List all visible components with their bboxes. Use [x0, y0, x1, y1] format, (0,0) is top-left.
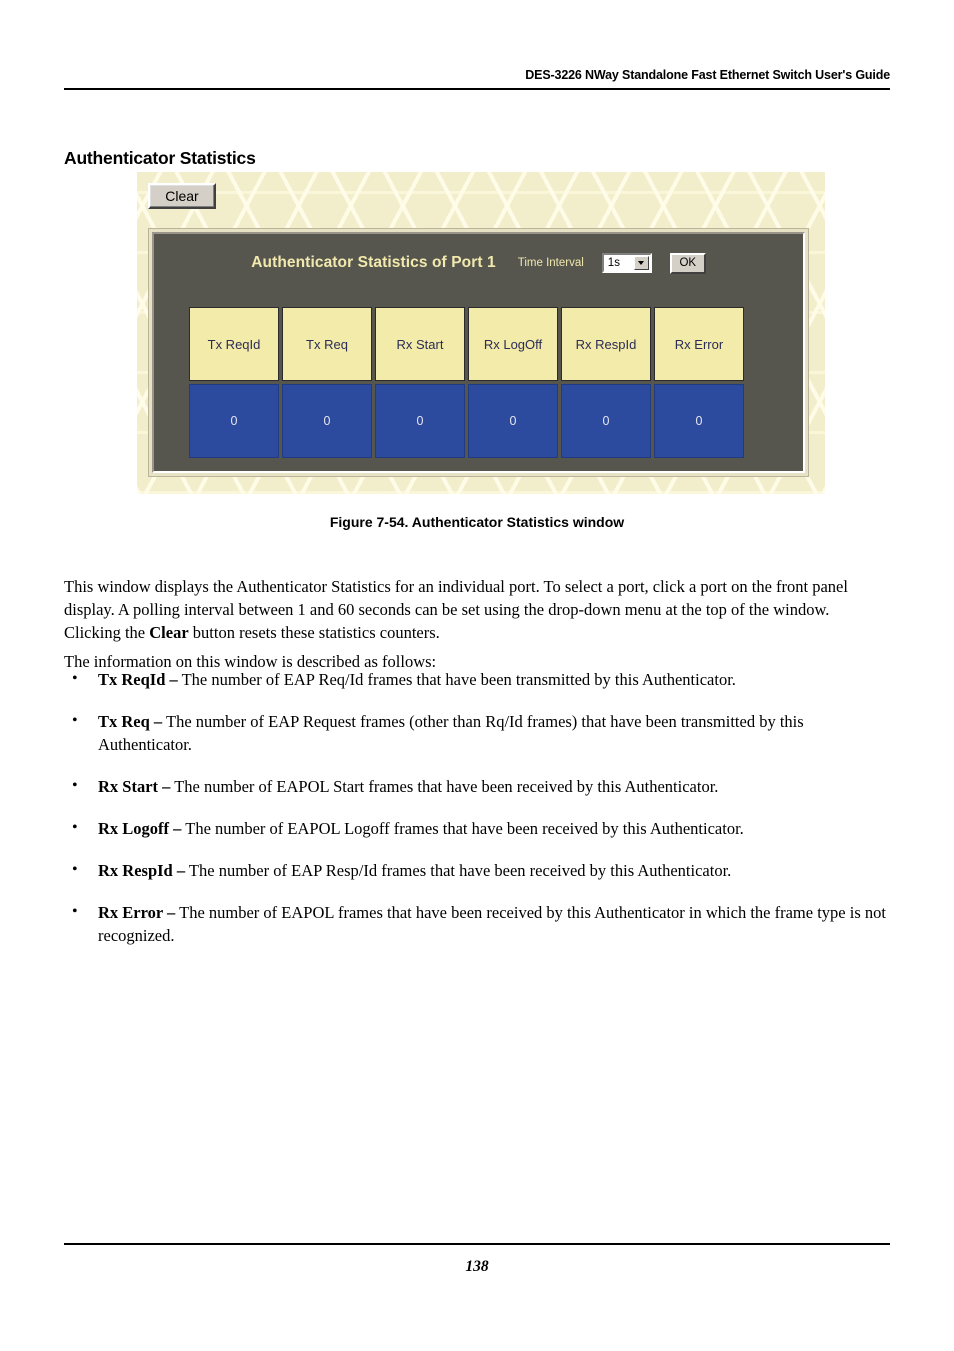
- ok-button[interactable]: OK: [669, 252, 706, 274]
- clear-button[interactable]: Clear: [148, 183, 216, 209]
- column-header-rx-error: Rx Error: [654, 307, 744, 381]
- column-header-rx-start: Rx Start: [375, 307, 465, 381]
- column-header-rx-logoff: Rx LogOff: [468, 307, 558, 381]
- statistics-panel-bevel: Authenticator Statistics of Port 1 Time …: [152, 232, 805, 473]
- table-row: 0 0 0 0 0 0: [189, 384, 744, 458]
- column-header-tx-reqid: Tx ReqId: [189, 307, 279, 381]
- list-item-term: Rx Error –: [98, 903, 176, 922]
- column-header-rx-respid: Rx RespId: [561, 307, 651, 381]
- list-item: Rx Error – The number of EAPOL frames th…: [64, 900, 890, 947]
- time-interval-select[interactable]: 1s: [601, 253, 652, 273]
- document-header-title: DES-3226 NWay Standalone Fast Ethernet S…: [525, 68, 890, 82]
- cell-rx-error: 0: [654, 384, 744, 458]
- cell-rx-respid: 0: [561, 384, 651, 458]
- figure-caption: Figure 7-54. Authenticator Statistics wi…: [329, 514, 625, 530]
- paragraph-1-bold-term: Clear: [149, 622, 189, 642]
- list-item-term: Tx Req –: [98, 712, 163, 731]
- screenshot-figure: Clear Authenticator Statistics of Port 1…: [137, 172, 825, 494]
- list-item-description: The number of EAPOL frames that have bee…: [98, 903, 886, 945]
- list-item-term: Rx RespId –: [98, 861, 186, 880]
- time-interval-value: 1s: [607, 257, 620, 269]
- cell-tx-reqid: 0: [189, 384, 279, 458]
- cell-rx-start: 0: [375, 384, 465, 458]
- page-title: Authenticator Statistics: [64, 147, 256, 168]
- paragraph-1-text-part2: button resets these statistics counters.: [188, 622, 440, 642]
- list-item-description: The number of EAP Request frames (other …: [98, 712, 804, 754]
- list-item-description: The number of EAP Resp/Id frames that ha…: [185, 861, 732, 880]
- panel-titlebar: Authenticator Statistics of Port 1 Time …: [158, 250, 799, 276]
- list-item: Rx Logoff – The number of EAPOL Logoff f…: [64, 816, 890, 840]
- list-item-term: Rx Logoff –: [98, 819, 182, 838]
- list-item-description: The number of EAPOL Start frames that ha…: [170, 777, 719, 796]
- list-item: Rx Start – The number of EAPOL Start fra…: [64, 774, 890, 798]
- time-interval-label: Time Interval: [517, 257, 584, 269]
- column-header-tx-req: Tx Req: [282, 307, 372, 381]
- list-item: Tx ReqId – The number of EAP Req/Id fram…: [64, 667, 890, 691]
- definition-list: Tx ReqId – The number of EAP Req/Id fram…: [64, 667, 890, 966]
- header-divider: [64, 88, 890, 90]
- statistics-panel: Authenticator Statistics of Port 1 Time …: [148, 228, 809, 477]
- chevron-down-icon[interactable]: [633, 256, 649, 270]
- list-item-term: Rx Start –: [98, 777, 171, 796]
- cell-rx-logoff: 0: [468, 384, 558, 458]
- list-item: Tx Req – The number of EAP Request frame…: [64, 709, 890, 756]
- body-paragraph-1: This window displays the Authenticator S…: [64, 575, 890, 644]
- list-item-term: Tx ReqId –: [98, 670, 178, 689]
- list-item-description: The number of EAP Req/Id frames that hav…: [177, 670, 736, 689]
- footer-divider: [64, 1243, 890, 1245]
- cell-tx-req: 0: [282, 384, 372, 458]
- authenticator-statistics-table: Tx ReqId Tx Req Rx Start Rx LogOff Rx Re…: [186, 304, 747, 461]
- table-header-row: Tx ReqId Tx Req Rx Start Rx LogOff Rx Re…: [189, 307, 744, 381]
- statistics-panel-inner: Authenticator Statistics of Port 1 Time …: [158, 238, 799, 467]
- list-item-description: The number of EAPOL Logoff frames that h…: [181, 819, 744, 838]
- list-item: Rx RespId – The number of EAP Resp/Id fr…: [64, 858, 890, 882]
- panel-title: Authenticator Statistics of Port 1: [251, 254, 496, 271]
- page-number: 138: [465, 1258, 489, 1275]
